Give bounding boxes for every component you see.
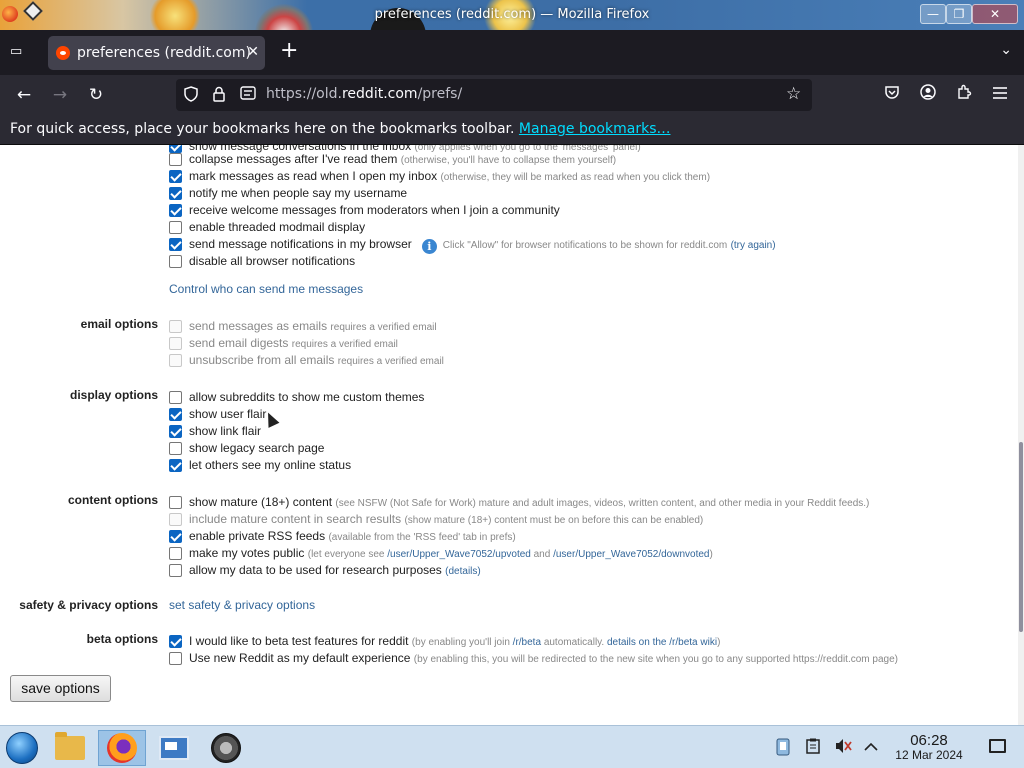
pocket-icon[interactable] [880, 83, 904, 107]
close-tab-icon[interactable]: ✕ [247, 44, 259, 60]
checkbox[interactable] [169, 204, 182, 217]
show-desktop-icon[interactable] [989, 739, 1006, 753]
start-orb-icon [6, 732, 38, 764]
content-options-heading: content options [68, 493, 158, 507]
clock-time[interactable]: 06:28 [905, 732, 953, 749]
firefox-icon [107, 733, 137, 763]
safety-privacy-link[interactable]: set safety & privacy options [169, 598, 315, 612]
extensions-icon[interactable] [952, 83, 976, 107]
checkbox [169, 513, 182, 526]
control-messages-link[interactable]: Control who can send me messages [169, 282, 363, 296]
checkbox [169, 320, 182, 333]
checkbox[interactable] [169, 408, 182, 421]
taskbar-app[interactable] [206, 730, 246, 766]
preferences-page: show message conversations in the inbox … [0, 145, 1018, 725]
checkbox[interactable] [169, 425, 182, 438]
checkbox[interactable] [169, 187, 182, 200]
account-icon[interactable] [916, 83, 940, 107]
safety-privacy-heading: safety & privacy options [19, 598, 158, 612]
taskbar: 06:28 12 Mar 2024 [0, 725, 1024, 768]
hamburger-menu-icon[interactable] [988, 83, 1012, 107]
taskbar-system-monitor[interactable] [154, 730, 194, 766]
checkbox[interactable] [169, 221, 182, 234]
checkbox[interactable] [169, 564, 182, 577]
checkbox[interactable] [169, 255, 182, 268]
checkbox[interactable] [169, 547, 182, 560]
beta-options-heading: beta options [86, 632, 158, 646]
url-text[interactable]: https://old.reddit.com/prefs/ [266, 86, 462, 102]
scrollbar-thumb[interactable] [1019, 442, 1023, 632]
checkbox[interactable] [169, 442, 182, 455]
lock-icon[interactable] [213, 86, 225, 106]
tab-preferences[interactable]: preferences (reddit.com) ✕ [48, 36, 265, 70]
tracking-protection-shield-icon[interactable] [184, 86, 198, 106]
taskbar-file-manager[interactable] [50, 730, 90, 766]
volume-muted-tray-icon[interactable] [834, 738, 852, 758]
checkbox[interactable] [169, 496, 182, 509]
bookmark-star-icon[interactable]: ☆ [786, 84, 801, 104]
close-window-button[interactable]: ✕ [972, 4, 1018, 24]
r-beta-link[interactable]: /r/beta [513, 637, 541, 648]
new-tab-button[interactable]: + [280, 40, 298, 62]
checkbox[interactable] [169, 153, 182, 166]
start-button[interactable] [2, 730, 42, 766]
back-button[interactable]: ← [12, 83, 36, 107]
try-again-link[interactable]: (try again) [731, 240, 776, 251]
checkbox [169, 354, 182, 367]
downvoted-link[interactable]: /user/Upper_Wave7052/downvoted [553, 549, 709, 560]
checkbox[interactable] [169, 238, 182, 251]
page-scrollbar[interactable] [1018, 145, 1024, 725]
list-all-tabs-chevron-icon[interactable]: ⌄ [1000, 42, 1012, 58]
mouse-cursor-icon [262, 410, 280, 428]
checkbox[interactable] [169, 170, 182, 183]
tab-label: preferences (reddit.com) [77, 45, 251, 61]
manage-bookmarks-link[interactable]: Manage bookmarks… [519, 121, 671, 137]
window-title: preferences (reddit.com) — Mozilla Firef… [374, 7, 650, 22]
notification-info-text: Click "Allow" for browser notifications … [442, 240, 728, 251]
tab-strip: ▭ preferences (reddit.com) ✕ + ⌄ [0, 30, 1024, 75]
checkbox[interactable] [169, 530, 182, 543]
checkbox[interactable] [169, 391, 182, 404]
network-tray-icon[interactable] [776, 738, 790, 760]
window-titlebar: preferences (reddit.com) — Mozilla Firef… [0, 0, 1024, 30]
clock-date[interactable]: 12 Mar 2024 [893, 748, 965, 762]
minimize-button[interactable]: — [920, 4, 946, 24]
permissions-icon[interactable] [240, 86, 256, 104]
bookmarks-toolbar-message: For quick access, place your bookmarks h… [10, 121, 671, 137]
folder-icon [55, 732, 85, 760]
checkbox[interactable] [169, 145, 182, 153]
url-bar[interactable]: https://old.reddit.com/prefs/ ☆ [176, 79, 812, 111]
upvoted-link[interactable]: /user/Upper_Wave7052/upvoted [387, 549, 531, 560]
info-icon: i [421, 239, 437, 254]
navigation-toolbar: ← → ↻ https://old.reddit.com/prefs/ ☆ [0, 75, 1024, 115]
monitor-icon [159, 736, 189, 760]
beta-wiki-link[interactable]: details on the /r/beta wiki [607, 637, 717, 648]
firefox-view-icon[interactable]: ▭ [10, 44, 28, 60]
reload-button[interactable]: ↻ [84, 83, 108, 107]
checkbox [169, 337, 182, 350]
maximize-button[interactable]: ❐ [946, 4, 972, 24]
reddit-favicon-icon [56, 46, 70, 60]
taskbar-firefox[interactable] [98, 730, 146, 766]
bookmarks-toolbar: For quick access, place your bookmarks h… [0, 115, 1024, 145]
checkbox[interactable] [169, 635, 182, 648]
gauge-icon [211, 733, 241, 763]
clipboard-tray-icon[interactable] [806, 738, 820, 758]
email-options-heading: email options [80, 317, 158, 331]
forward-button[interactable]: → [48, 83, 72, 107]
checkbox[interactable] [169, 652, 182, 665]
save-options-button[interactable]: save options [10, 675, 111, 702]
checkbox[interactable] [169, 459, 182, 472]
display-options-heading: display options [69, 388, 158, 402]
tray-expand-chevron-icon[interactable] [864, 738, 878, 756]
research-details-link[interactable]: (details) [445, 566, 481, 577]
